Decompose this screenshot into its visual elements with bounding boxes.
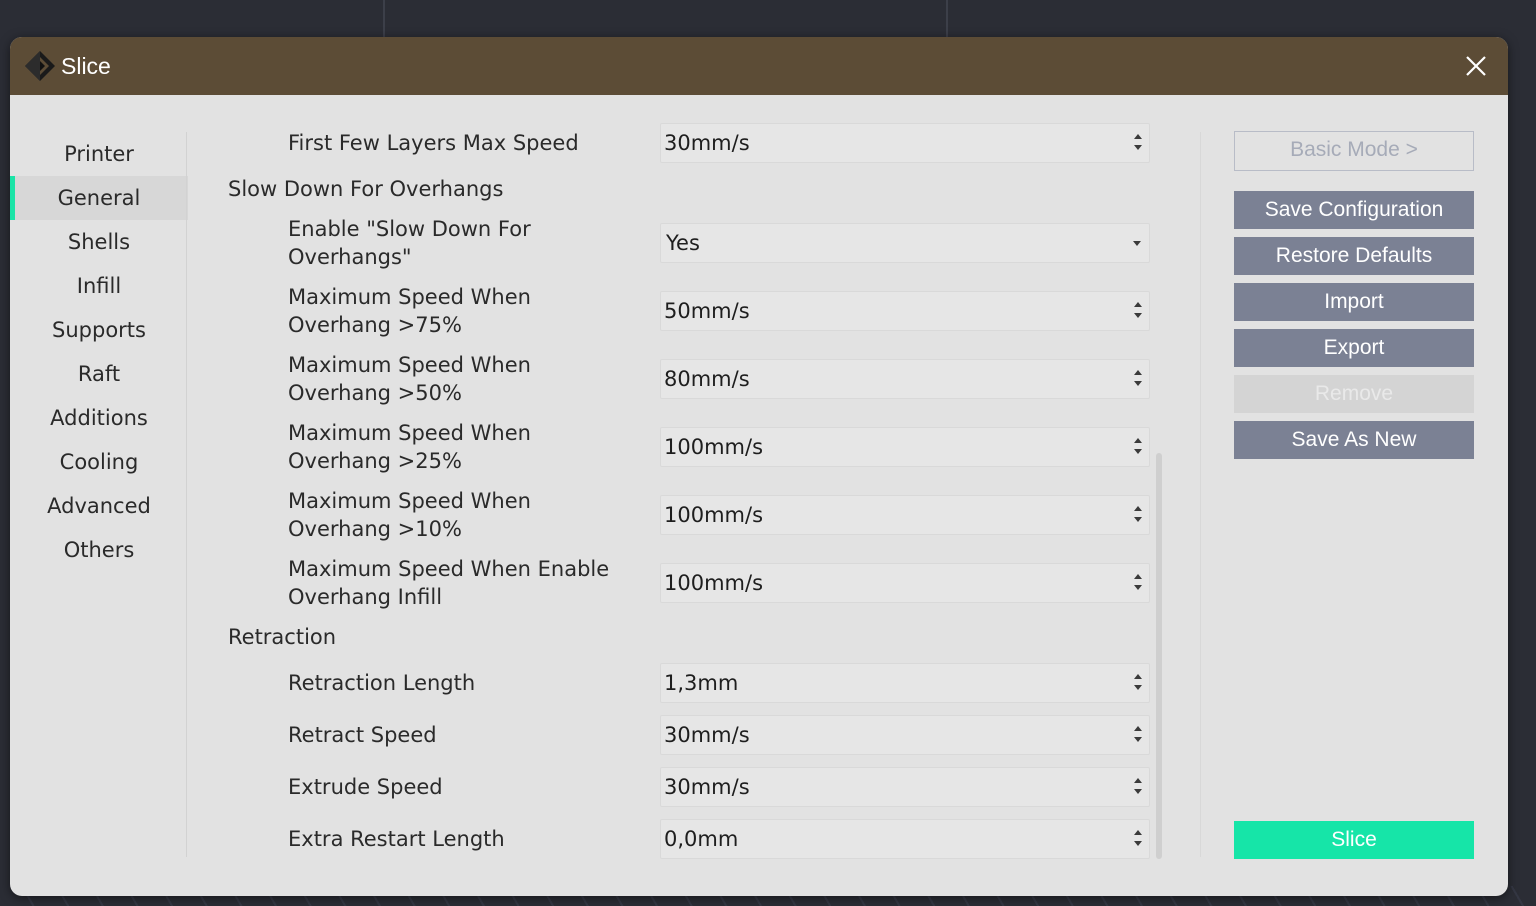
max-speed-overhang-75-label: Maximum Speed When Overhang >75% — [288, 283, 648, 339]
slice-button[interactable]: Slice — [1234, 821, 1474, 859]
first-few-layers-max-speed-spinbox[interactable]: 30mm/s — [660, 123, 1150, 163]
field-value: 1,3mm — [664, 671, 739, 695]
label-line: Overhang >50% — [288, 381, 462, 405]
max-speed-overhang-infill-spinbox[interactable]: 100mm/s — [660, 563, 1150, 603]
field-value: Yes — [666, 231, 700, 255]
slow-down-section-heading: Slow Down For Overhangs — [228, 177, 504, 201]
retract-speed-spinbox[interactable]: 30mm/s — [660, 715, 1150, 755]
save-configuration-button[interactable]: Save Configuration — [1234, 191, 1474, 229]
field-value: 50mm/s — [664, 299, 750, 323]
label-line: Maximum Speed When — [288, 421, 531, 445]
background-line — [383, 0, 385, 40]
label-line: Maximum Speed When Enable — [288, 557, 610, 581]
spin-arrows-icon[interactable] — [1133, 368, 1143, 390]
retract-speed-label: Retract Speed — [288, 723, 437, 747]
save-as-new-button[interactable]: Save As New — [1234, 421, 1474, 459]
settings-scrollbar[interactable] — [1156, 453, 1162, 859]
field-value: 100mm/s — [664, 571, 764, 595]
max-speed-overhang-25-spinbox[interactable]: 100mm/s — [660, 427, 1150, 467]
extrude-speed-label: Extrude Speed — [288, 775, 443, 799]
label-line: Overhang >25% — [288, 449, 462, 473]
panel-divider — [1200, 132, 1201, 857]
field-value: 100mm/s — [664, 435, 764, 459]
spin-arrows-icon[interactable] — [1133, 300, 1143, 322]
extra-restart-length-label: Extra Restart Length — [288, 827, 505, 851]
max-speed-overhang-50-label: Maximum Speed When Overhang >50% — [288, 351, 648, 407]
spin-arrows-icon[interactable] — [1133, 132, 1143, 154]
label-line: Overhangs" — [288, 245, 412, 269]
restore-defaults-button[interactable]: Restore Defaults — [1234, 237, 1474, 275]
extrude-speed-spinbox[interactable]: 30mm/s — [660, 767, 1150, 807]
max-speed-overhang-10-spinbox[interactable]: 100mm/s — [660, 495, 1150, 535]
enable-slow-down-label: Enable "Slow Down For Overhangs" — [288, 215, 648, 271]
field-value: 30mm/s — [664, 775, 750, 799]
label-line: Overhang Infill — [288, 585, 443, 609]
basic-mode-button[interactable]: Basic Mode > — [1234, 131, 1474, 171]
spin-arrows-icon[interactable] — [1133, 572, 1143, 594]
enable-slow-down-select[interactable]: Yes — [660, 223, 1150, 263]
label-line: Overhang >10% — [288, 517, 462, 541]
max-speed-overhang-75-spinbox[interactable]: 50mm/s — [660, 291, 1150, 331]
extra-restart-length-spinbox[interactable]: 0,0mm — [660, 819, 1150, 859]
retraction-section-heading: Retraction — [228, 625, 337, 649]
max-speed-overhang-infill-label: Maximum Speed When Enable Overhang Infil… — [288, 555, 648, 611]
field-value: 0,0mm — [664, 827, 739, 851]
field-value: 30mm/s — [664, 131, 750, 155]
max-speed-overhang-50-spinbox[interactable]: 80mm/s — [660, 359, 1150, 399]
field-value: 80mm/s — [664, 367, 750, 391]
spin-arrows-icon[interactable] — [1133, 504, 1143, 526]
first-few-layers-max-speed-label: First Few Layers Max Speed — [288, 131, 579, 155]
max-speed-overhang-10-label: Maximum Speed When Overhang >10% — [288, 487, 648, 543]
label-line: Enable "Slow Down For — [288, 217, 531, 241]
slice-dialog: Slice Printer General Shells Infill Supp… — [10, 37, 1508, 896]
label-line: Maximum Speed When — [288, 489, 531, 513]
spin-arrows-icon[interactable] — [1133, 672, 1143, 694]
import-button[interactable]: Import — [1234, 283, 1474, 321]
retraction-length-spinbox[interactable]: 1,3mm — [660, 663, 1150, 703]
label-line: Maximum Speed When — [288, 285, 531, 309]
spin-arrows-icon[interactable] — [1133, 436, 1143, 458]
remove-button[interactable]: Remove — [1234, 375, 1474, 413]
dropdown-arrow-icon[interactable] — [1133, 241, 1141, 246]
export-button[interactable]: Export — [1234, 329, 1474, 367]
field-value: 100mm/s — [664, 503, 764, 527]
background-line — [946, 0, 948, 40]
spin-arrows-icon[interactable] — [1133, 724, 1143, 746]
spin-arrows-icon[interactable] — [1133, 828, 1143, 850]
max-speed-overhang-25-label: Maximum Speed When Overhang >25% — [288, 419, 648, 475]
field-value: 30mm/s — [664, 723, 750, 747]
label-line: Overhang >75% — [288, 313, 462, 337]
spin-arrows-icon[interactable] — [1133, 776, 1143, 798]
label-line: Maximum Speed When — [288, 353, 531, 377]
retraction-length-label: Retraction Length — [288, 671, 476, 695]
